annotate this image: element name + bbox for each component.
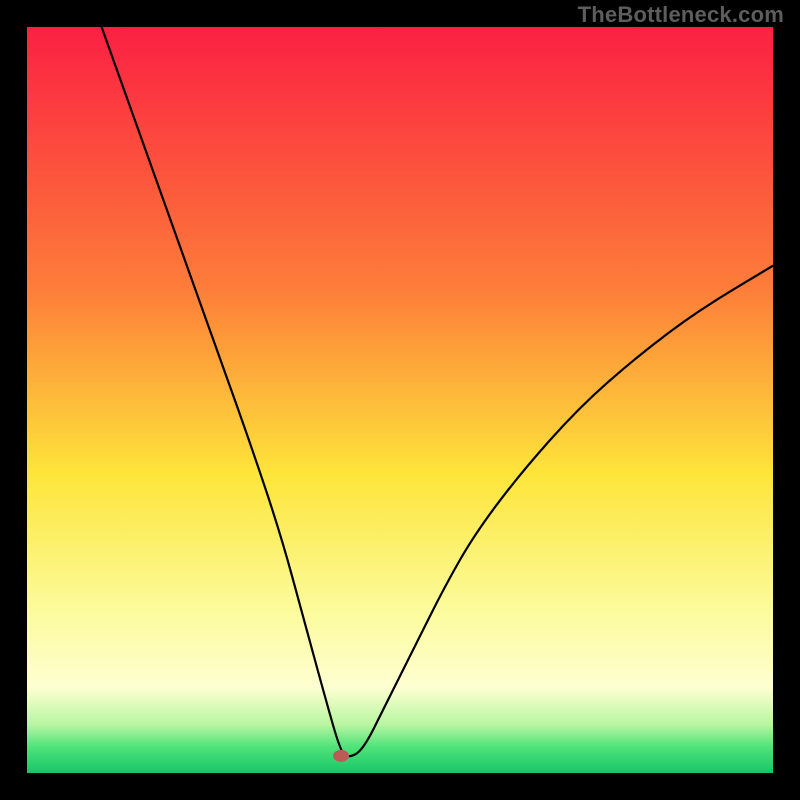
plot-area (27, 27, 773, 773)
heat-gradient-bg (27, 27, 773, 773)
chart-frame: TheBottleneck.com (0, 0, 800, 800)
plot-svg (27, 27, 773, 773)
watermark-label: TheBottleneck.com (578, 2, 784, 28)
selected-point-marker (333, 750, 349, 762)
